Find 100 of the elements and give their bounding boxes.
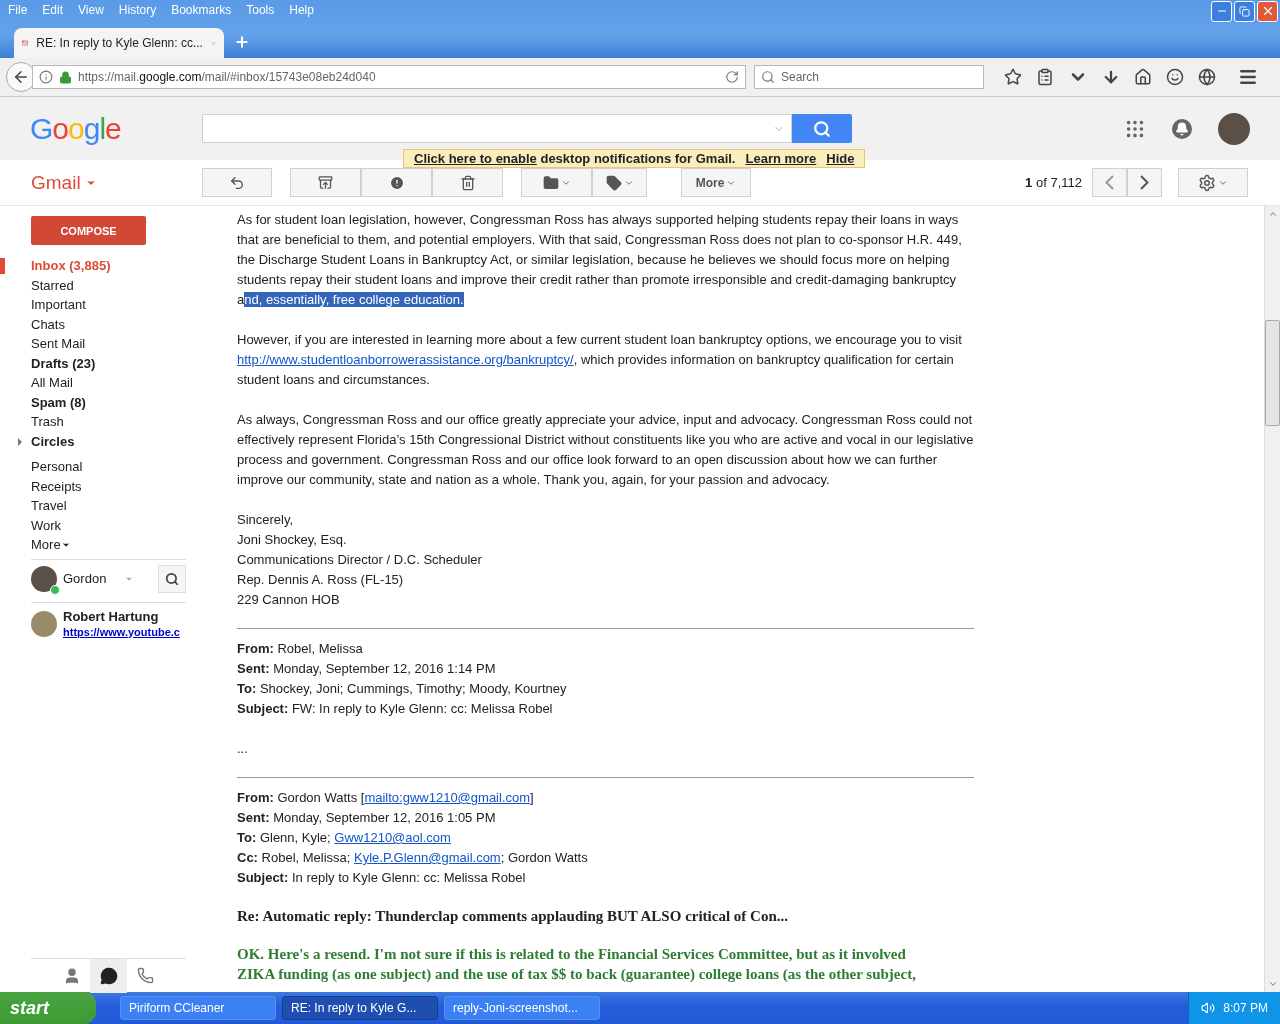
taskbar-task[interactable]: Piriform CCleaner	[120, 996, 276, 1020]
restore-button[interactable]	[1234, 0, 1255, 22]
contact-avatar	[31, 610, 57, 637]
more-button[interactable]: More	[681, 168, 751, 197]
label-item[interactable]: Receipts	[0, 476, 237, 496]
spam-button[interactable]	[361, 168, 432, 197]
avatar[interactable]	[1218, 112, 1250, 145]
reload-icon[interactable]	[725, 70, 739, 84]
taskbar-task[interactable]: RE: In reply to Kyle G...	[282, 996, 438, 1020]
folder-item[interactable]: Drafts (23)	[0, 353, 237, 373]
folder-icon	[542, 174, 559, 191]
label-item[interactable]: Travel	[0, 496, 237, 516]
scroll-thumb[interactable]	[1265, 320, 1280, 426]
learn-more-link[interactable]: Learn more	[745, 151, 817, 166]
chat-user-name[interactable]: Gordon	[63, 571, 107, 586]
folder-item[interactable]: Inbox (3,885)	[0, 256, 237, 276]
archive-button[interactable]	[290, 168, 361, 197]
restore-icon	[1239, 5, 1250, 17]
ellipsis-text: ...	[237, 740, 249, 758]
header-line: To: Shockey, Joni; Cummings, Timothy; Moody, Kourtney	[237, 680, 568, 698]
enable-link[interactable]: Click here to enable	[414, 151, 537, 166]
label-item[interactable]: Work	[0, 515, 237, 535]
search-icon	[165, 571, 179, 586]
signature-line: Sincerely,	[237, 511, 295, 529]
chevron-right-icon	[1140, 175, 1149, 190]
trash-icon	[459, 174, 476, 191]
email-link[interactable]: http://www.studentloanborrowerassistance.org/bankruptcy/	[237, 352, 574, 367]
email-link[interactable]: Kyle.P.Glenn@gmail.com	[354, 850, 501, 865]
folder-item[interactable]: Important	[0, 295, 237, 315]
next-button[interactable]	[1127, 168, 1162, 197]
search-field[interactable]: Search	[754, 65, 984, 89]
folder-item[interactable]: Circles	[0, 431, 237, 451]
user-avatar	[31, 565, 57, 592]
browser-tab[interactable]: RE: In reply to Kyle Glenn: cc...	[14, 28, 224, 58]
compose-button[interactable]: COMPOSE	[31, 216, 146, 245]
chevron-left-icon	[1105, 175, 1114, 190]
header-line: To: Glenn, Kyle; Gww1210@aol.com	[237, 829, 452, 847]
volume-icon[interactable]	[1201, 1001, 1216, 1015]
smiley-icon[interactable]	[1166, 68, 1184, 86]
quoted-subject: Re: Automatic reply: Thunderclap comments applauding BUT ALSO critical of Con...	[237, 907, 789, 926]
gmail-menu[interactable]: Gmail	[31, 171, 202, 194]
folder-item[interactable]: Trash	[0, 412, 237, 432]
archive-icon	[318, 175, 333, 190]
alert-icon	[388, 174, 405, 191]
move-to-button[interactable]	[521, 168, 592, 197]
scroll-down-icon[interactable]	[1267, 979, 1278, 989]
header-line: Cc: Robel, Melissa; Kyle.P.Glenn@gmail.com; Gordon Watts	[237, 849, 589, 867]
url-text: https://mail.google.com/mail/#inbox/15743e08eb24d040	[78, 70, 377, 84]
contact-name[interactable]: Robert Hartung	[63, 608, 180, 624]
minimize-button[interactable]	[1211, 0, 1232, 22]
notification-bell-icon[interactable]	[1172, 118, 1192, 139]
reply-button[interactable]	[202, 168, 272, 197]
signature-line: 229 Cannon HOB	[237, 591, 341, 609]
lock-icon	[59, 70, 72, 84]
header-line: From: Robel, Melissa	[237, 640, 364, 658]
star-icon[interactable]	[1004, 68, 1022, 86]
folder-item[interactable]: Spam (8)	[0, 392, 237, 412]
labels-button[interactable]	[592, 168, 647, 197]
notification-text: Click here to enable desktop notifications for Gmail.	[414, 151, 736, 166]
mail-search-field[interactable]	[202, 114, 792, 143]
people-search-button[interactable]	[158, 564, 186, 593]
hangouts-button[interactable]	[90, 958, 127, 993]
info-icon	[39, 70, 53, 84]
email-link[interactable]: Gww1210@aol.com	[334, 830, 451, 845]
header-line: Sent: Monday, September 12, 2016 1:05 PM	[237, 809, 497, 827]
hide-link[interactable]: Hide	[826, 151, 855, 166]
scrollbar[interactable]	[1264, 206, 1280, 992]
new-tab-icon[interactable]	[234, 34, 250, 50]
delete-button[interactable]	[432, 168, 503, 197]
folder-item[interactable]: All Mail	[0, 373, 237, 393]
scroll-up-icon[interactable]	[1267, 209, 1278, 219]
pager-text: 1 of 7,112	[1025, 175, 1082, 190]
clipboard-icon[interactable]	[1036, 68, 1054, 86]
settings-button[interactable]	[1178, 168, 1248, 197]
settings-icon	[1198, 173, 1216, 192]
address-field[interactable]: https://mail.google.com/mail/#inbox/15743e08eb24d040	[32, 65, 746, 89]
signature-line: Communications Director / D.C. Scheduler	[237, 551, 483, 569]
header-line: Subject: In reply to Kyle Glenn: cc: Melissa Robel	[237, 869, 527, 887]
folder-item[interactable]: Starred	[0, 275, 237, 295]
taskbar-task[interactable]: reply-Joni-screenshot...	[444, 996, 600, 1020]
close-button[interactable]	[1257, 0, 1278, 22]
header-line: From: Gordon Watts [mailto:gww1210@gmail.com]	[237, 789, 535, 807]
speech-bubble-icon	[99, 966, 118, 985]
message-paragraph: As always, Congressman Ross and our office greatly appreciate your advice, input and advocacy. Congressman Ross could not effectively represent Florida’s 15th Congressional District without constituents like you who are active and vocal in our legislative process and government. Congressman Ross and our office look forward to an open discussion about how we can further improve our community, state and nation as a whole. Thank you, again, for your passion and advocacy.	[237, 411, 975, 489]
search-button[interactable]	[792, 114, 852, 143]
contact-status-link[interactable]: https://www.youtube.c	[63, 625, 180, 638]
message-paragraph: However, if you are interested in learning more about a few current student loan bankruptcy options, we encourage you to visit http://www.studentloanborrowerassistance.org/bankruptcy/, which provides information on bankruptcy qualification for certain student loans and circumstances.	[237, 331, 963, 389]
more-labels-link[interactable]: More	[0, 535, 90, 555]
home-icon[interactable]	[1134, 68, 1152, 86]
header-line: Subject: FW: In reply to Kyle Glenn: cc: Melissa Robel	[237, 700, 554, 718]
menu-icon[interactable]	[1238, 67, 1258, 87]
download-icon[interactable]	[1102, 68, 1120, 86]
message-paragraph: As for student loan legislation, however, Congressman Ross has always supported helping students repay their loans in ways that are beneficial to them, and potential employers. With that said, Congressman Ross does not plan to co-sponsor H.R. 449, the Discharge Student Loans in Bankruptcy Act, or similar legislation, because he believes we should focus more on helping students repay their student loans and improve their credit rather than promote irresponsible and credit-damaging bankruptcy and, essentially, free college education.	[237, 211, 963, 309]
globe-icon[interactable]	[1198, 68, 1216, 86]
label-item[interactable]: Personal	[0, 457, 237, 477]
folder-item[interactable]: Chats	[0, 314, 237, 334]
quoted-body: OK. Here's a resend. I'm not sure if this is related to the Financial Services Committee, but as it involved ZIKA funding (as one subject) and the use of tax $$ to back (guarantee) college loans (as the other subject,	[237, 945, 917, 984]
header-line: Sent: Monday, September 12, 2016 1:14 PM	[237, 660, 497, 678]
signature-line: Joni Shockey, Esq.	[237, 531, 348, 549]
folder-item[interactable]: Sent Mail	[0, 334, 237, 354]
